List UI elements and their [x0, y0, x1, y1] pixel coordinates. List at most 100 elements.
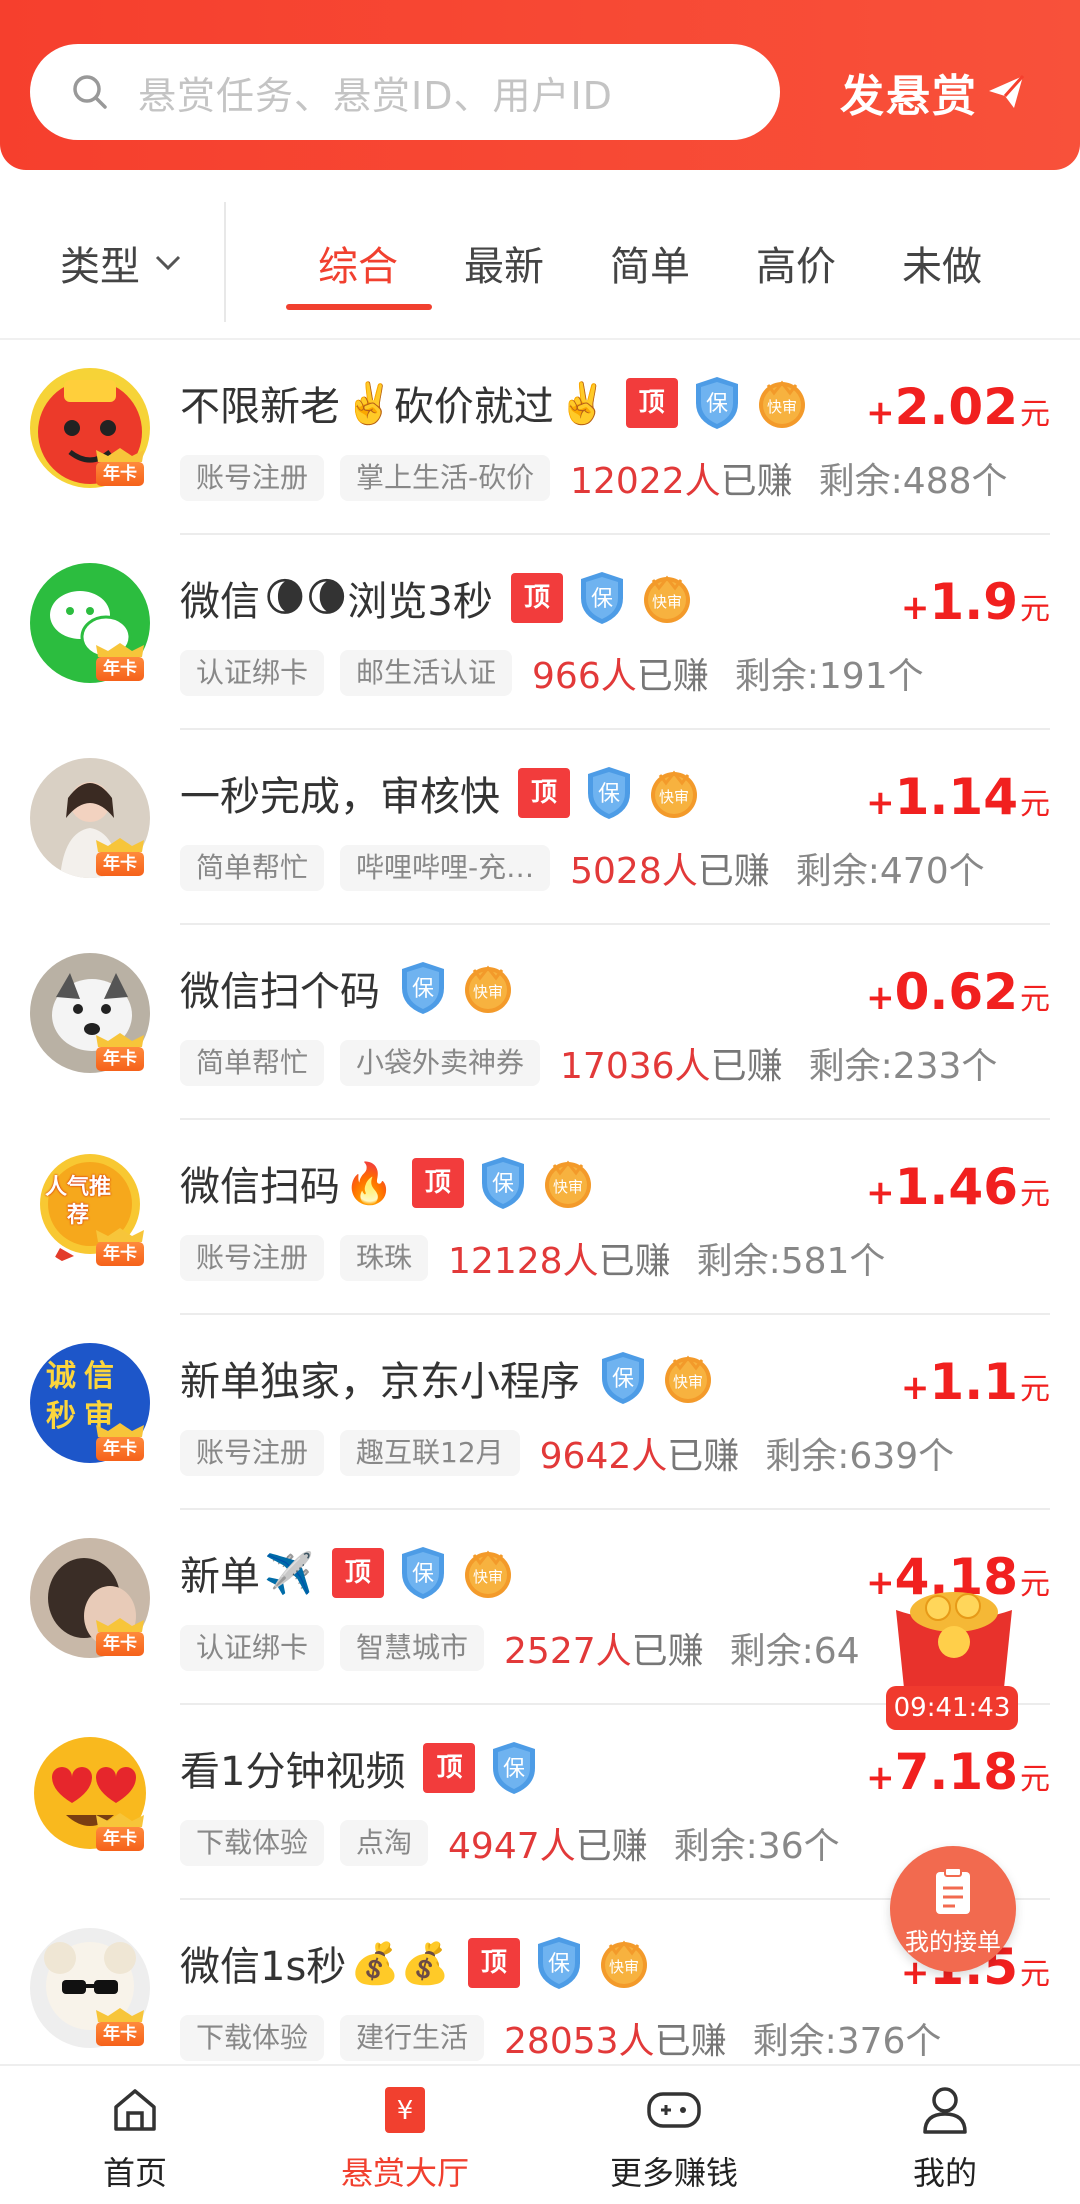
- task-tag: 认证绑卡: [180, 1625, 325, 1671]
- guarantee-badge-icon: 保: [588, 767, 630, 819]
- task-reward: +1.1 元: [901, 1353, 1050, 1411]
- task-meta: 下载体验 点淘 4947人 已赚 剩余:36个: [180, 1817, 840, 1869]
- top-badge: 顶: [331, 1548, 384, 1598]
- task-title-line: 微信扫个码 保 快审: [180, 959, 514, 1017]
- reward-unit: 元: [1020, 1177, 1050, 1212]
- svg-text:快审: 快审: [553, 1178, 583, 1196]
- task-reward: +2.02 元: [866, 378, 1050, 436]
- top-header: 悬赏任务、悬赏ID、用户ID 发悬赏: [0, 0, 1080, 170]
- top-badge: 顶: [411, 1158, 464, 1208]
- reward-plus: +: [866, 393, 895, 433]
- svg-text:保: 保: [598, 782, 620, 807]
- filter-bar: 类型 综合 最新 简单 高价 未做: [0, 172, 1080, 340]
- reward-unit: 元: [1020, 1762, 1050, 1797]
- tab-simple[interactable]: 简单: [610, 234, 690, 292]
- fast-review-badge-icon: 快审: [464, 1550, 511, 1598]
- reward-plus: +: [866, 1173, 895, 1213]
- crown-icon: [96, 1423, 144, 1437]
- task-row[interactable]: 诚信秒审 年卡 新单独家，京东小程序保快审 +1.1 元账号注册 趣互联12月 9642人已…: [0, 1315, 1080, 1510]
- reward-unit: 元: [1020, 592, 1050, 627]
- earned-count: 17036人: [560, 1046, 711, 1087]
- remaining-count: 剩余:36个: [673, 1826, 840, 1867]
- earned-suffix: 已赚: [631, 1631, 704, 1672]
- task-meta: 下载体验 建行生活 28053人 已赚 剩余:376个: [180, 2012, 941, 2064]
- post-bounty-button[interactable]: 发悬赏: [840, 62, 1026, 122]
- task-meta: 认证绑卡 邮生活认证 966人 已赚 剩余:191个: [180, 647, 924, 699]
- year-card-label: 年卡: [96, 1047, 144, 1071]
- guarantee-badge-icon: 保: [537, 1937, 580, 1989]
- earned-suffix: 已赚: [720, 461, 793, 502]
- earned-suffix: 已赚: [575, 1826, 648, 1867]
- task-row[interactable]: 年卡 微信 🌘🌘 浏览3秒顶 保 快审 +1.9 元认证绑卡 邮生活认证 966人 已赚 剩余:191…: [0, 535, 1080, 730]
- earned-suffix: 已赚: [598, 1241, 671, 1282]
- earned-count: 9642人: [539, 1436, 668, 1477]
- filter-divider: [224, 202, 226, 322]
- year-card-badge: 年卡: [92, 1813, 148, 1853]
- nav-bounty-hall[interactable]: ¥ 悬赏大厅: [305, 2078, 505, 2194]
- top-badge: 顶: [467, 1938, 520, 1988]
- search-bar[interactable]: 悬赏任务、悬赏ID、用户ID: [30, 44, 780, 140]
- reward-amount: 1.46: [894, 1158, 1018, 1216]
- reward-amount: 7.18: [894, 1743, 1018, 1801]
- svg-text:保: 保: [412, 1562, 434, 1587]
- nav-home-label: 首页: [102, 2154, 167, 2192]
- task-tag: 账号注册: [180, 1235, 325, 1281]
- task-tag: 建行生活: [340, 2015, 485, 2061]
- crown-icon: [96, 2008, 144, 2022]
- tab-high-price[interactable]: 高价: [756, 234, 836, 292]
- task-title-line: 新单独家，京东小程序 保 快审: [180, 1349, 714, 1407]
- task-reward: +1.46 元: [866, 1158, 1050, 1216]
- tab-newest[interactable]: 最新: [464, 234, 544, 292]
- post-bounty-label: 发悬赏: [840, 71, 978, 122]
- earned-count: 12128人: [448, 1241, 599, 1282]
- crown-icon: [96, 448, 144, 462]
- nav-more-earn[interactable]: 更多赚钱: [574, 2078, 774, 2194]
- year-card-badge: 年卡: [92, 643, 148, 683]
- countdown-timer: 09:41:43: [886, 1686, 1018, 1730]
- svg-text:保: 保: [412, 977, 434, 1002]
- year-card-badge: 年卡: [92, 2008, 148, 2048]
- bounty-hall-icon: ¥: [385, 2087, 425, 2133]
- task-row[interactable]: 年卡 微信扫个码 保 快审 +0.62 元简单帮忙 小袋外卖神券 17036人 已赚 剩余:233…: [0, 925, 1080, 1120]
- reward-unit: 元: [1020, 1372, 1050, 1407]
- task-tag: 认证绑卡: [180, 650, 325, 696]
- task-row[interactable]: 人气推荐 年卡 微信扫码 🔥 顶 保 快审 +1.46 元账号注册 珠珠 12128人 已赚 剩余:58…: [0, 1120, 1080, 1315]
- reward-amount: 1.14: [894, 768, 1018, 826]
- task-row[interactable]: 年卡 一秒完成，审核快顶 保 快审 +1.14 元简单帮忙 哔哩哔哩-充… 5028人 已赚 剩余…: [0, 730, 1080, 925]
- task-tag: 简单帮忙: [180, 845, 325, 891]
- year-card-badge: 年卡: [92, 1228, 148, 1268]
- reward-unit: 元: [1020, 1957, 1050, 1992]
- task-title-emoji: 🔥: [344, 1160, 394, 1207]
- remaining-count: 剩余:191个: [734, 656, 924, 697]
- tab-comprehensive[interactable]: 综合: [318, 234, 398, 292]
- guarantee-badge-icon: 保: [695, 377, 738, 429]
- task-title-line: 微信扫码 🔥 顶 保 快审: [180, 1154, 594, 1212]
- active-tab-indicator: [286, 304, 432, 310]
- top-badge: 顶: [518, 768, 570, 818]
- guarantee-badge-icon: 保: [493, 1742, 536, 1794]
- red-envelope-icon[interactable]: [884, 1590, 1024, 1690]
- task-list: 年卡 不限新老 ✌️ 砍价就过 ✌️ 顶保快审 +2.02 元账号注册 掌上生活-砍价 12022…: [0, 340, 1080, 2095]
- paper-plane-icon: [989, 74, 1025, 108]
- top-badge: 顶: [423, 1743, 476, 1793]
- type-dropdown[interactable]: 类型: [60, 234, 182, 292]
- crown-icon: [96, 643, 144, 657]
- task-meta: 认证绑卡 智慧城市 2527人 已赚 剩余:64: [180, 1622, 860, 1674]
- task-tag: 下载体验: [180, 2015, 325, 2061]
- fast-review-badge-icon: 快审: [665, 1355, 711, 1403]
- task-title: 微信扫个码: [180, 969, 380, 1015]
- nav-home[interactable]: 首页: [35, 2078, 235, 2194]
- earned-suffix: 已赚: [654, 2021, 727, 2062]
- crown-icon: [96, 1618, 144, 1632]
- earned-suffix: 已赚: [667, 1436, 740, 1477]
- remaining-count: 剩余:64: [729, 1631, 860, 1672]
- task-tag: 趣互联12月: [340, 1430, 520, 1476]
- task-row[interactable]: 年卡 不限新老 ✌️ 砍价就过 ✌️ 顶保快审 +2.02 元账号注册 掌上生活-砍价 12022…: [0, 340, 1080, 535]
- fast-review-badge-icon: 快审: [465, 965, 511, 1013]
- earned-suffix: 已赚: [710, 1046, 783, 1087]
- my-tasks-button[interactable]: 我的接单: [890, 1846, 1016, 1972]
- svg-text:快审: 快审: [609, 1958, 639, 1976]
- tab-not-done[interactable]: 未做: [902, 234, 982, 292]
- nav-mine[interactable]: 我的: [845, 2078, 1045, 2194]
- clipboard-icon: [936, 1867, 970, 1914]
